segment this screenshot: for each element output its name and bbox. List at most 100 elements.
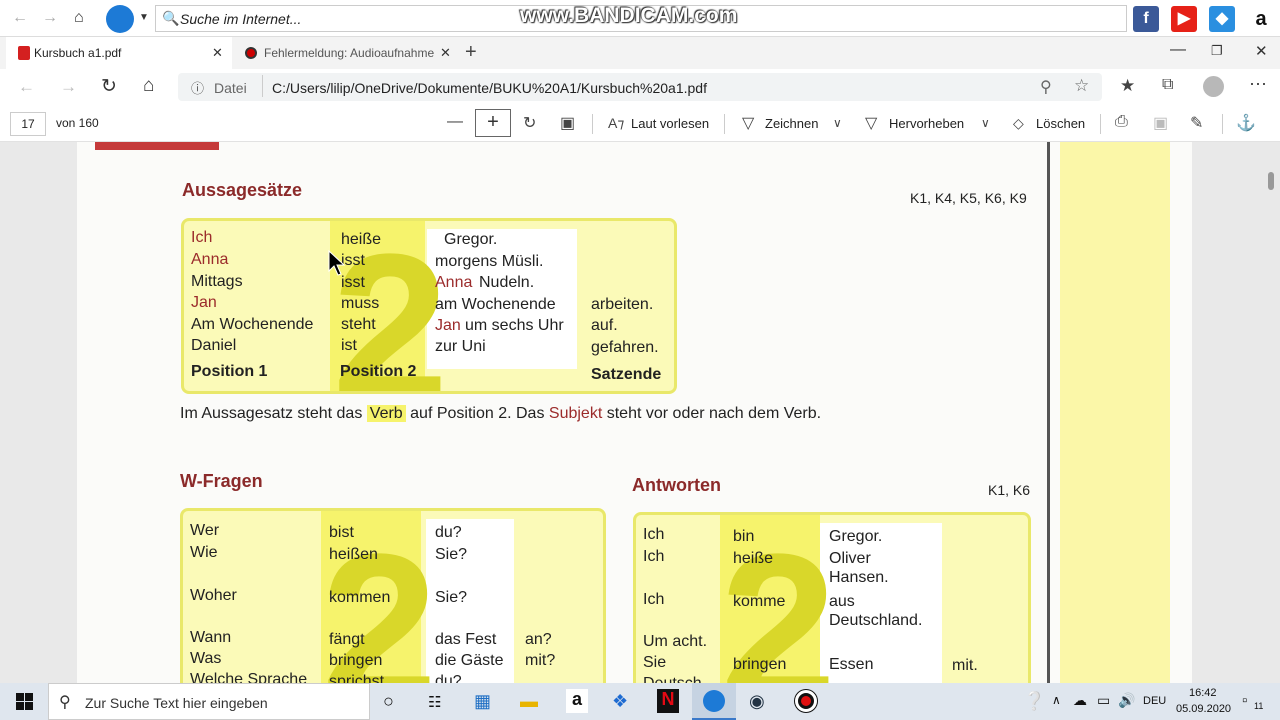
task-view-icon[interactable]: ☷ — [428, 693, 441, 711]
favorites-icon[interactable]: ★ — [1120, 76, 1135, 96]
home-icon[interactable]: ⌂ — [74, 9, 84, 27]
new-tab-icon[interactable]: + — [465, 41, 477, 64]
rule-subject: Subjekt — [548, 405, 603, 422]
eraser-icon[interactable]: ◇ — [1013, 115, 1024, 132]
zoom-icon[interactable]: ⚲ — [1040, 77, 1052, 97]
help-icon[interactable]: ❔ — [1023, 691, 1045, 712]
info-icon[interactable]: ⓘ — [191, 78, 204, 97]
word: mit? — [525, 652, 556, 669]
edge-logo-icon[interactable] — [106, 5, 134, 33]
grammar-rule: Im Aussagesatz steht das Verb auf Positi… — [180, 405, 821, 423]
edge-taskbar-button[interactable] — [692, 683, 736, 720]
netflix-icon[interactable]: N — [657, 689, 679, 713]
facebook-icon[interactable]: f — [1133, 6, 1159, 32]
highlight-icon[interactable]: ▽ — [865, 113, 877, 133]
word: Anna — [191, 251, 229, 268]
word: du? — [435, 673, 462, 683]
star-icon[interactable]: ☆ — [1074, 76, 1089, 96]
print-icon[interactable]: ⎙ — [1115, 113, 1128, 131]
chevron-down-icon[interactable]: ▼ — [139, 12, 149, 23]
word: Welche Sprache — [190, 671, 308, 683]
minimize-icon[interactable]: — — [1170, 41, 1186, 59]
chevron-down-icon[interactable]: ∨ — [981, 116, 990, 130]
scrollbar-thumb[interactable] — [1268, 172, 1274, 190]
word: muss — [341, 295, 380, 312]
zoom-out-icon[interactable]: — — [447, 113, 463, 131]
bandicam-watermark: www.BANDICAM.com — [520, 4, 738, 27]
bandicam-record-icon[interactable] — [795, 690, 817, 712]
word: Gregor. — [444, 231, 498, 248]
page-number-input[interactable]: 17 — [10, 112, 46, 136]
tab-kursbuch[interactable]: Kursbuch a1.pdf ✕ — [6, 37, 232, 69]
close-tab-icon[interactable]: ✕ — [212, 45, 223, 61]
close-tab-icon[interactable]: ✕ — [440, 45, 451, 61]
amazon-app-icon[interactable]: a — [566, 689, 588, 713]
volume-icon[interactable]: 🔊 — [1118, 692, 1135, 709]
rotate-icon[interactable]: ↻ — [523, 113, 536, 133]
word: Daniel — [191, 337, 237, 354]
collections-icon[interactable]: ⧉ — [1162, 76, 1173, 94]
pin-icon[interactable]: ⚓ — [1236, 113, 1256, 133]
onedrive-icon[interactable]: ☁ — [1073, 692, 1087, 709]
word: Sie? — [435, 589, 468, 606]
draw-button[interactable]: Zeichnen — [765, 116, 818, 131]
clock-date[interactable]: 05.09.2020 — [1176, 703, 1231, 715]
word: steht — [341, 316, 376, 333]
language-indicator[interactable]: DEU — [1143, 695, 1166, 707]
word: die Gäste — [435, 652, 504, 669]
save-as-icon[interactable]: ✎ — [1190, 113, 1203, 133]
pdf-viewer[interactable]: Aussagesätze K1, K4, K5, K6, K9 2 Ich An… — [0, 142, 1280, 683]
url-text[interactable]: C:/Users/lilip/OneDrive/Dokumente/BUKU%2… — [272, 80, 707, 96]
more-menu-icon[interactable]: ⋯ — [1249, 74, 1267, 95]
close-window-icon[interactable]: ✕ — [1255, 42, 1268, 60]
chevron-down-icon[interactable]: ∨ — [833, 116, 842, 130]
word: bin — [733, 528, 755, 545]
back-arrow-icon[interactable]: ← — [12, 9, 28, 27]
forward-icon[interactable]: → — [60, 77, 77, 97]
word: Woher — [190, 587, 237, 604]
word: kommen — [329, 589, 391, 606]
headphones-app-icon[interactable]: ◉ — [749, 691, 765, 712]
address-field[interactable]: ⓘ Datei C:/Users/lilip/OneDrive/Dokument… — [178, 73, 1102, 101]
erase-button[interactable]: Löschen — [1036, 116, 1085, 131]
youtube-icon[interactable]: ▶ — [1171, 6, 1197, 32]
tab-bar: Kursbuch a1.pdf ✕ Fehlermeldung: Audioau… — [0, 37, 1280, 69]
rule-text: auf Position 2. Das — [410, 405, 545, 422]
fit-page-icon[interactable]: ▣ — [560, 113, 575, 133]
section-title-w-fragen: W-Fragen — [180, 471, 263, 491]
notification-icon[interactable]: ▫ — [1242, 692, 1247, 709]
zoom-in-button[interactable]: + — [475, 109, 511, 137]
restore-icon[interactable]: ❐ — [1211, 43, 1223, 59]
word: Anna — [435, 274, 473, 291]
tab-fehlermeldung[interactable]: Fehlermeldung: Audioaufnahme ✕ — [236, 37, 462, 69]
word: bringen — [329, 652, 383, 669]
taskbar-search-box[interactable]: ⚲ Zur Suche Text hier eingeben — [48, 683, 370, 720]
address-divider — [262, 75, 263, 97]
profile-avatar[interactable] — [1203, 76, 1224, 97]
refresh-icon[interactable]: ↻ — [101, 75, 117, 98]
battery-icon[interactable]: ▭ — [1097, 692, 1110, 709]
word: Ich — [643, 526, 665, 543]
forward-arrow-icon[interactable]: → — [42, 9, 58, 27]
clock-time[interactable]: 16:42 — [1189, 687, 1217, 699]
read-aloud-icon[interactable]: A⁊ — [608, 115, 624, 132]
tray-chevron-up-icon[interactable]: ∧ — [1052, 693, 1061, 707]
dropbox-icon[interactable]: ❖ — [612, 691, 628, 712]
amazon-icon[interactable]: a — [1248, 6, 1274, 32]
word: am Wochenende — [435, 296, 556, 313]
back-icon[interactable]: ← — [18, 77, 35, 97]
page-side-strip — [1060, 142, 1170, 683]
draw-icon[interactable]: ▽ — [742, 113, 754, 133]
game-controller-icon[interactable]: ◆ — [1209, 6, 1235, 32]
windows-start-icon[interactable] — [16, 693, 33, 710]
save-icon[interactable]: ▣ — [1153, 113, 1168, 133]
highlight-button[interactable]: Hervorheben — [889, 116, 964, 131]
read-aloud-button[interactable]: Laut vorlesen — [631, 116, 709, 131]
address-bar: ← → ↻ ⌂ ⓘ Datei C:/Users/lilip/OneDrive/… — [0, 69, 1280, 105]
home-icon[interactable]: ⌂ — [143, 75, 154, 97]
section-refs: K1, K6 — [988, 482, 1031, 498]
section-title-aussagesaetze: Aussagesätze — [182, 180, 303, 200]
task-view-circle-icon[interactable]: ○ — [383, 691, 394, 712]
store-icon[interactable]: ▦ — [474, 691, 491, 712]
file-explorer-icon[interactable]: ▬ — [520, 691, 538, 712]
